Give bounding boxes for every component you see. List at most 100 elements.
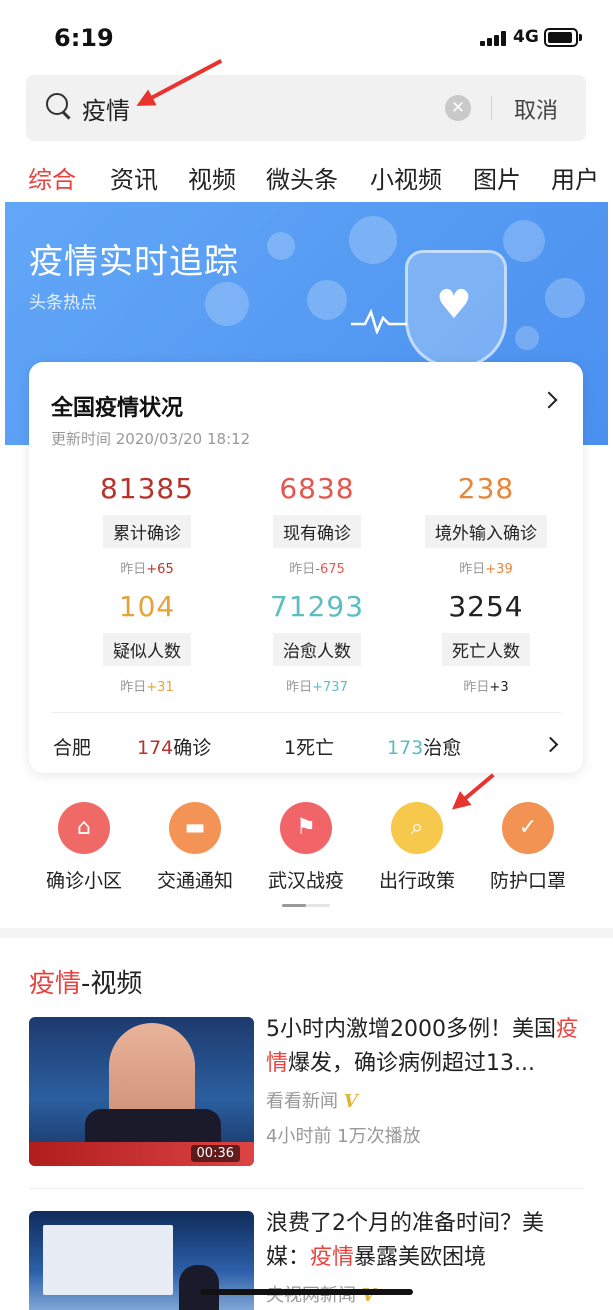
stat-item: 104 疑似人数 昨日+31 — [62, 590, 232, 695]
anchor-image — [179, 1265, 219, 1310]
search-bar[interactable]: 疫情 ✕ 取消 — [26, 75, 586, 141]
stat-delta: 昨日+737 — [232, 676, 402, 695]
feature-0[interactable]: ⌂ 确诊小区 — [29, 802, 139, 893]
yesterday-label: 昨日 — [289, 562, 316, 577]
mask-icon — [349, 216, 397, 264]
search-icon: ⌕ — [391, 802, 443, 854]
stat-label: 治愈人数 — [273, 633, 361, 666]
stat-delta: 昨日-675 — [232, 558, 402, 577]
video-title[interactable]: 浪费了2个月的准备时间？美媒：疫情暴露美欧困境 — [266, 1207, 584, 1275]
city-cured-label: 治愈 — [423, 737, 462, 759]
virus-icon — [545, 278, 585, 318]
stat-value: 71293 — [269, 590, 365, 623]
feature-label: 武汉战疫 — [267, 870, 344, 892]
tab-2[interactable]: 视频 — [188, 160, 236, 195]
stat-item: 6838 现有确诊昨日-675 — [232, 472, 402, 577]
clear-icon[interactable]: ✕ — [445, 95, 471, 121]
tab-3[interactable]: 微头条 — [266, 160, 338, 195]
stat-label: 累计确诊 — [103, 515, 191, 548]
feature-label: 确诊小区 — [45, 870, 122, 892]
section-gap — [0, 928, 613, 938]
delta-value: -675 — [315, 562, 345, 577]
video-thumbnail[interactable]: 00:36 — [29, 1017, 254, 1166]
delta-value: +737 — [312, 680, 348, 695]
verified-badge-icon: V — [343, 1091, 358, 1112]
car-icon-glyph: ▬ — [184, 815, 206, 840]
status-time: 6:19 — [54, 24, 114, 52]
city-confirmed-label: 确诊 — [173, 737, 212, 759]
update-time: 更新时间 2020/03/20 18:12 — [51, 430, 251, 448]
feature-3[interactable]: ⌕ 出行政策 — [362, 802, 472, 893]
search-icon — [46, 93, 68, 115]
stat-delta: 昨日+65 — [62, 558, 232, 577]
city-cured: 173治愈 — [387, 733, 461, 760]
network-type: 4G — [513, 27, 539, 47]
stat-item: 238 境外输入确诊昨日+39 — [401, 472, 571, 577]
tab-6[interactable]: 用户 — [551, 160, 599, 195]
city-cured-number: 173 — [387, 737, 424, 759]
flag-icon: ⚑ — [280, 802, 332, 854]
video-source[interactable]: 看看新闻 V — [266, 1087, 358, 1113]
shield-check-icon: ✓ — [502, 802, 554, 854]
shield-heart-icon: ♥ — [405, 250, 507, 368]
city-deaths-number: 1 — [284, 737, 297, 759]
cancel-button[interactable]: 取消 — [514, 93, 558, 125]
video-title-highlight: 疫情 — [310, 1245, 355, 1270]
city-deaths-label: 死亡 — [296, 737, 335, 759]
battery-icon — [544, 28, 582, 47]
city-deaths: 1死亡 — [284, 733, 334, 760]
search-input[interactable]: 疫情 — [82, 91, 130, 126]
stat-label: 境外输入确诊 — [425, 515, 547, 548]
shield-check-icon-glyph: ✓ — [518, 815, 538, 840]
search-divider — [491, 96, 492, 120]
feature-label: 交通通知 — [156, 870, 233, 892]
yesterday-label: 昨日 — [463, 680, 490, 695]
yesterday-label: 昨日 — [459, 562, 486, 577]
source-name: 看看新闻 — [266, 1091, 338, 1112]
stat-delta: 昨日+39 — [401, 558, 571, 577]
stat-value: 238 — [457, 472, 515, 505]
virus-icon — [515, 326, 539, 350]
stat-item: 71293 治愈人数昨日+737 — [232, 590, 402, 695]
feature-label: 防护口罩 — [489, 870, 566, 892]
list-divider — [29, 1188, 584, 1189]
card-divider — [51, 712, 561, 713]
chevron-right-icon[interactable] — [540, 391, 558, 409]
stat-value: 6838 — [279, 472, 355, 505]
plus-icon — [307, 280, 347, 320]
stat-item: 3254 死亡人数 昨日+3 — [401, 590, 571, 695]
banner-title: 疫情实时追踪 — [29, 242, 239, 282]
search-icon-glyph: ⌕ — [410, 815, 424, 840]
tab-1[interactable]: 资讯 — [110, 160, 158, 195]
stat-label: 死亡人数 — [442, 633, 530, 666]
delta-value: +65 — [146, 562, 174, 577]
section-title-rest: -视频 — [81, 969, 143, 999]
video-meta: 4小时前 1万次播放 — [266, 1126, 421, 1147]
video-duration: 00:36 — [190, 1145, 240, 1162]
house-pin-icon: ⌂ — [58, 802, 110, 854]
video-title-text: 爆发，确诊病例超过13... — [288, 1051, 535, 1076]
virus-icon — [205, 282, 249, 326]
city-confirmed: 174确诊 — [137, 733, 211, 760]
card-title: 全国疫情状况 — [51, 396, 184, 421]
national-stats-card[interactable]: 全国疫情状况 更新时间 2020/03/20 18:12 81385 累计确诊 昨日… — [29, 362, 583, 773]
cellular-signal-icon — [480, 30, 510, 46]
yesterday-label: 昨日 — [120, 562, 147, 577]
section-title-highlight: 疫情 — [29, 969, 82, 999]
feature-1[interactable]: ▬ 交通通知 — [140, 802, 250, 893]
tab-0[interactable]: 综合 — [28, 160, 76, 195]
feature-4[interactable]: ✓ 防护口罩 — [473, 802, 583, 893]
video-title-text: 5小时内激增2000多例！美国 — [266, 1017, 556, 1042]
stat-value: 3254 — [448, 590, 524, 623]
home-indicator — [200, 1289, 413, 1295]
video-thumbnail[interactable] — [29, 1211, 254, 1310]
tab-4[interactable]: 小视频 — [370, 160, 442, 195]
tab-5[interactable]: 图片 — [473, 160, 521, 195]
feature-2[interactable]: ⚑ 武汉战疫 — [251, 802, 361, 893]
spray-icon — [503, 220, 545, 262]
stat-value: 104 — [118, 590, 176, 623]
stat-label: 现有确诊 — [273, 515, 361, 548]
chevron-right-icon[interactable] — [542, 736, 559, 753]
video-title[interactable]: 5小时内激增2000多例！美国疫情爆发，确诊病例超过13... — [266, 1013, 584, 1081]
stat-item: 81385 累计确诊 昨日+65 — [62, 472, 232, 577]
